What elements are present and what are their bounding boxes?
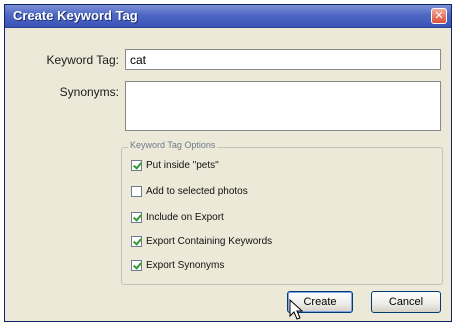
export-containing-keywords-checkbox[interactable] <box>131 235 142 247</box>
option-label: Export Synonyms <box>146 259 225 271</box>
dialog-title: Create Keyword Tag <box>13 8 138 23</box>
add-to-selected-checkbox[interactable] <box>131 185 142 197</box>
option-include-on-export[interactable]: Include on Export <box>131 210 224 224</box>
export-synonyms-checkbox[interactable] <box>131 259 142 271</box>
option-export-synonyms[interactable]: Export Synonyms <box>131 258 224 272</box>
option-add-to-selected-photos[interactable]: Add to selected photos <box>131 184 248 198</box>
keyword-tag-input[interactable] <box>125 49 441 70</box>
include-on-export-checkbox[interactable] <box>131 211 142 223</box>
synonyms-label: Synonyms: <box>59 85 119 99</box>
close-button[interactable]: ✕ <box>431 8 447 24</box>
put-inside-checkbox[interactable] <box>131 159 142 171</box>
cancel-button[interactable]: Cancel <box>371 291 441 313</box>
keyword-tag-label: Keyword Tag: <box>46 53 120 67</box>
option-put-inside-pets[interactable]: Put inside "pets" <box>131 158 219 172</box>
mouse-pointer-icon <box>289 299 304 320</box>
option-label: Put inside "pets" <box>146 159 219 171</box>
keyword-tag-options-group: Keyword Tag Options Put inside "pets" Ad… <box>121 140 443 285</box>
option-export-containing-keywords[interactable]: Export Containing Keywords <box>131 234 272 248</box>
title-bar[interactable]: Create Keyword Tag ✕ <box>5 5 451 28</box>
synonyms-input[interactable] <box>125 81 441 131</box>
option-label: Include on Export <box>146 211 224 223</box>
create-keyword-tag-dialog: Create Keyword Tag ✕ Keyword Tag: Synony… <box>4 4 452 322</box>
options-legend: Keyword Tag Options <box>128 140 218 150</box>
option-label: Add to selected photos <box>146 185 248 197</box>
close-icon: ✕ <box>434 10 444 22</box>
option-label: Export Containing Keywords <box>146 235 273 247</box>
